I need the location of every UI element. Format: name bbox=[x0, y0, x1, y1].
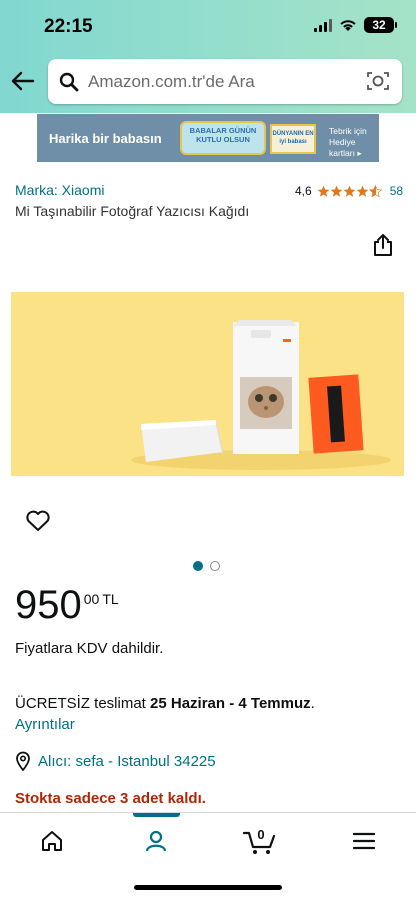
product-image[interactable] bbox=[11, 292, 404, 476]
menu-icon[interactable] bbox=[344, 825, 384, 857]
search-input[interactable] bbox=[88, 71, 358, 92]
product-illustration bbox=[11, 292, 404, 476]
rating-summary[interactable]: 4,6 58 bbox=[295, 184, 403, 198]
delivery-suffix: . bbox=[310, 695, 315, 712]
star-icon bbox=[356, 185, 369, 197]
delivery-prefix: ÜCRETSİZ teslimat bbox=[15, 695, 151, 712]
search-icon[interactable] bbox=[58, 71, 80, 93]
account-icon[interactable] bbox=[136, 825, 176, 857]
carousel-dot-active[interactable] bbox=[193, 561, 203, 571]
delivery-dates: 25 Haziran - 4 Temmuz bbox=[150, 695, 311, 712]
vat-note: Fiyatlara KDV dahildir. bbox=[15, 640, 164, 657]
camera-search-icon[interactable] bbox=[366, 70, 390, 92]
home-indicator[interactable] bbox=[134, 885, 282, 890]
banner-badge-best-dad: DÜNYANIN EN iyi babası bbox=[270, 124, 316, 154]
delivery-details-link[interactable]: Ayrıntılar bbox=[15, 716, 75, 733]
banner-cta: Tebrik için Hediye kartları ▸ bbox=[329, 126, 379, 159]
home-icon[interactable] bbox=[32, 825, 72, 857]
cart-count: 0 bbox=[257, 827, 264, 842]
battery-icon: 32 bbox=[364, 17, 397, 33]
active-tab-indicator bbox=[133, 813, 180, 817]
back-arrow-icon bbox=[11, 71, 35, 91]
share-icon[interactable] bbox=[372, 233, 394, 257]
status-time: 22:15 bbox=[44, 16, 93, 37]
star-icon bbox=[343, 185, 356, 197]
cart-icon[interactable]: 0 bbox=[240, 825, 280, 857]
star-half-icon bbox=[368, 184, 382, 197]
brand-link[interactable]: Marka: Xiaomi bbox=[15, 182, 104, 198]
promo-banner[interactable]: Harika bir babasın BABALAR GÜNÜN KUTLU O… bbox=[37, 114, 379, 162]
rating-count[interactable]: 58 bbox=[390, 184, 403, 198]
star-icon bbox=[330, 185, 343, 197]
price: 950 00 TL bbox=[15, 583, 119, 627]
rating-value: 4,6 bbox=[295, 184, 312, 198]
delivery-info: ÜCRETSİZ teslimat 25 Haziran - 4 Temmuz. bbox=[15, 695, 315, 712]
banner-cta-line1: Tebrik için bbox=[329, 126, 367, 136]
heart-icon[interactable] bbox=[25, 510, 51, 532]
rating-stars bbox=[317, 184, 382, 198]
carousel-dot[interactable] bbox=[210, 561, 220, 571]
product-title: Mi Taşınabilir Fotoğraf Yazıcısı Kağıdı bbox=[15, 203, 250, 219]
status-icons: 32 bbox=[314, 17, 397, 33]
price-fraction: 00 bbox=[83, 591, 100, 607]
banner-badge-fathers-day: BABALAR GÜNÜN KUTLU OLSUN bbox=[180, 121, 266, 155]
banner-cta-line2: Hediye kartları ▸ bbox=[329, 137, 362, 158]
banner-headline: Harika bir babasın bbox=[49, 130, 162, 146]
wifi-icon bbox=[340, 20, 356, 31]
location-pin-icon bbox=[16, 751, 30, 771]
header: 22:15 32 bbox=[0, 0, 416, 113]
star-icon bbox=[317, 185, 330, 197]
battery-level: 32 bbox=[372, 18, 386, 32]
carousel-dots bbox=[193, 561, 220, 571]
back-button[interactable] bbox=[8, 66, 38, 96]
location-text[interactable]: Alıcı: sefa - Istanbul 34225 bbox=[38, 753, 216, 770]
cellular-signal-icon bbox=[314, 18, 332, 32]
stock-warning: Stokta sadece 3 adet kaldı. bbox=[15, 790, 206, 807]
delivery-location[interactable]: Alıcı: sefa - Istanbul 34225 bbox=[15, 751, 216, 771]
price-main: 950 bbox=[15, 583, 82, 627]
search-bar[interactable] bbox=[48, 59, 402, 104]
price-currency: TL bbox=[102, 591, 119, 607]
